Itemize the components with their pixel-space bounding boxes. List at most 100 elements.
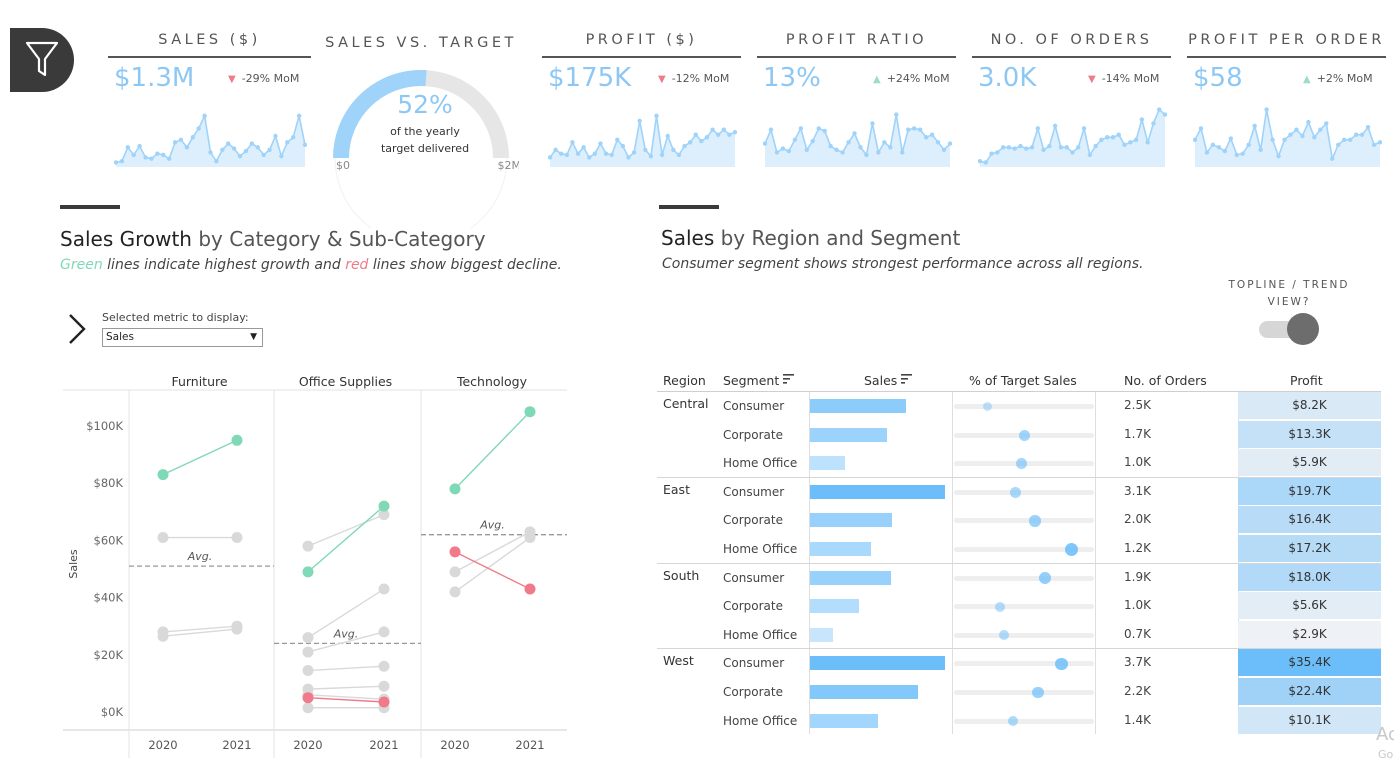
target-dot[interactable] <box>1055 657 1069 671</box>
gauge-max-label: $2M <box>498 159 520 172</box>
sparkline-point <box>834 147 839 153</box>
sparkline-point <box>1157 107 1162 112</box>
right-section-title: Sales by Region and Segment <box>661 226 960 250</box>
series-point[interactable] <box>157 469 169 481</box>
sparkline-point <box>810 138 815 144</box>
target-dot[interactable] <box>1007 715 1019 727</box>
target-dot[interactable] <box>982 401 993 412</box>
sparkline-point <box>149 156 154 161</box>
profit-value: $19.7K <box>1238 477 1381 505</box>
sparkline-point <box>1324 121 1329 126</box>
kpi-orders: NO. OF ORDERS 3.0K ▼ -14% MoM <box>972 28 1171 173</box>
series-point[interactable] <box>302 665 314 677</box>
series-point[interactable] <box>302 692 314 704</box>
sort-icon[interactable] <box>901 374 913 384</box>
series-point[interactable] <box>378 680 390 692</box>
sparkline-point <box>1312 135 1317 140</box>
left-section-accent <box>60 205 120 209</box>
series-point[interactable] <box>449 546 461 558</box>
chevron-right-icon[interactable] <box>66 312 88 346</box>
sparkline-point <box>870 121 875 126</box>
segment-label: Home Office <box>723 456 798 471</box>
series-point[interactable] <box>524 406 536 418</box>
target-dot[interactable] <box>999 630 1010 641</box>
sparkline-point <box>792 137 798 142</box>
y-tick-label: $100K <box>86 419 123 433</box>
series-point[interactable] <box>378 660 390 672</box>
sparkline-point <box>202 113 207 119</box>
sparkline-point <box>983 160 988 165</box>
sort-icon[interactable] <box>783 374 795 384</box>
series-point[interactable] <box>378 626 390 638</box>
series-point[interactable] <box>524 532 536 544</box>
sparkline-point <box>654 113 659 119</box>
sparkline-point <box>1234 152 1239 158</box>
metric-selector-label: Selected metric to display: <box>102 311 249 324</box>
sparkline-point <box>1122 142 1127 148</box>
sparkline-point <box>941 147 947 153</box>
sparkline-point <box>923 135 929 140</box>
series-point[interactable] <box>231 623 243 635</box>
sales-bar <box>810 484 945 499</box>
kpi-title: PROFIT PER ORDER <box>1187 28 1386 58</box>
series-point[interactable] <box>378 696 390 708</box>
target-dot[interactable] <box>1018 429 1030 441</box>
triangle-down-icon: ▼ <box>228 74 236 85</box>
series-point[interactable] <box>449 566 461 578</box>
segment-label: Corporate <box>723 513 783 528</box>
series-point[interactable] <box>378 583 390 595</box>
sparkline-point <box>626 155 631 160</box>
series-point[interactable] <box>157 532 169 544</box>
kpi-title: PROFIT ($) <box>542 28 741 58</box>
filter-button[interactable] <box>10 28 74 92</box>
target-dot[interactable] <box>1010 486 1021 498</box>
target-dot[interactable] <box>1029 515 1041 527</box>
series-point[interactable] <box>378 500 390 512</box>
series-point[interactable] <box>231 532 243 544</box>
series-point[interactable] <box>157 630 169 642</box>
target-dot[interactable] <box>1039 572 1051 585</box>
x-tick-label: 2020 <box>293 738 322 752</box>
sparkline-point <box>1246 142 1251 148</box>
sparkline-point <box>1371 142 1377 148</box>
toggle-knob[interactable] <box>1287 313 1319 345</box>
kpi-title: PROFIT RATIO <box>757 28 956 58</box>
series-point[interactable] <box>449 586 461 598</box>
series-point[interactable] <box>231 434 243 446</box>
metric-selector[interactable]: Sales ▼ <box>102 328 263 347</box>
sparkline-point <box>715 132 721 137</box>
sales-growth-chart: $0K $20K $40K $60K $80K $100K Sales Furniture 20… <box>63 374 567 758</box>
target-track <box>954 575 1094 581</box>
series-point[interactable] <box>302 646 314 658</box>
category-header: Furniture <box>171 374 227 389</box>
series-line <box>454 531 531 573</box>
target-dot[interactable] <box>1015 458 1027 470</box>
series-point[interactable] <box>524 583 536 595</box>
series-point[interactable] <box>302 702 314 714</box>
sparkline-point <box>273 133 278 139</box>
series-point[interactable] <box>302 566 314 578</box>
target-dot[interactable] <box>1032 686 1044 699</box>
sparkline-point <box>615 137 620 142</box>
kpi-title: SALES ($) <box>108 28 311 58</box>
sparkline-point <box>548 155 553 160</box>
series-point[interactable] <box>302 540 314 552</box>
watermark-text: Ac <box>1376 724 1394 745</box>
header-sales[interactable]: Sales <box>864 373 913 396</box>
series-point[interactable] <box>449 483 461 495</box>
sparkline-point <box>1145 140 1150 145</box>
sparkline-point <box>296 113 302 119</box>
sparkline-point <box>172 140 178 145</box>
profit-value: $35.4K <box>1238 649 1381 677</box>
sparkline-point <box>1162 112 1167 117</box>
sparkline-point <box>727 132 732 137</box>
orders-value: 3.1K <box>1124 483 1151 498</box>
header-segment[interactable]: Segment <box>723 373 795 396</box>
target-dot[interactable] <box>995 601 1006 612</box>
left-title-bold: Sales Growth <box>60 227 192 251</box>
series-point[interactable] <box>302 632 314 644</box>
topline-trend-toggle[interactable] <box>1259 313 1319 345</box>
target-dot[interactable] <box>1065 542 1079 556</box>
sparkline-point <box>249 141 255 146</box>
sparkline-point <box>559 151 564 156</box>
